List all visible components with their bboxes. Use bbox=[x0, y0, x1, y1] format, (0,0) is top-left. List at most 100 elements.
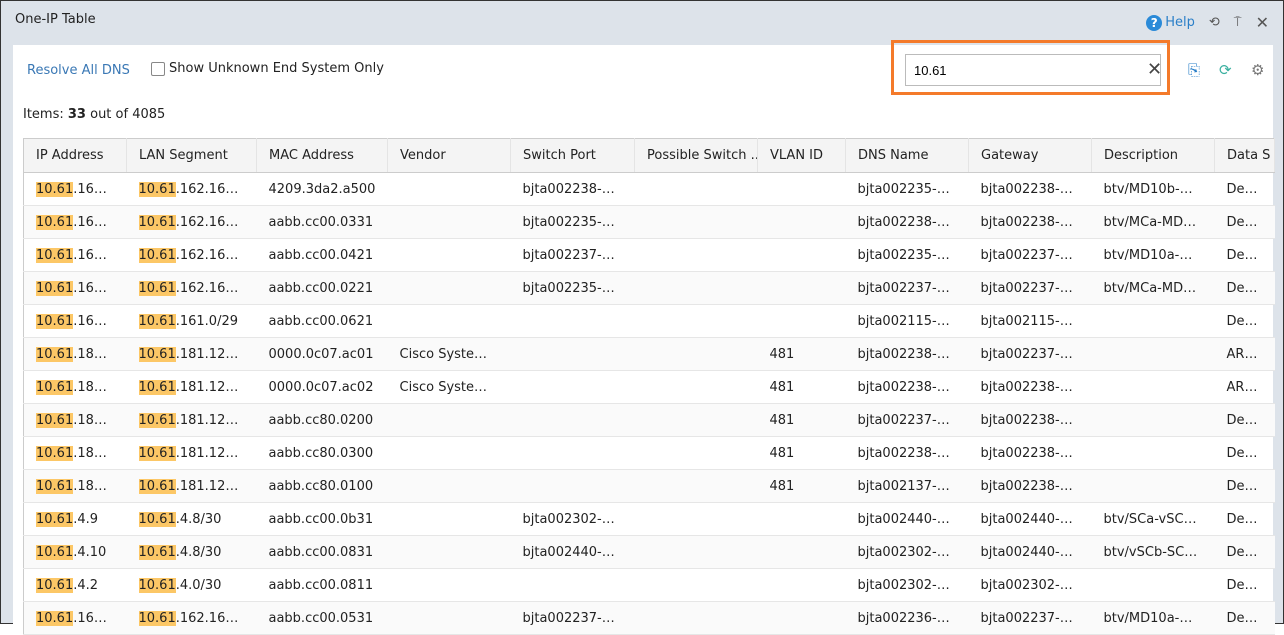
search-input[interactable] bbox=[905, 54, 1161, 86]
table-row[interactable]: 10.61.4.2 10.61.4.0/30 aabb.cc00.0811 bjta0… bbox=[23, 568, 1275, 602]
table-cell bbox=[634, 337, 758, 371]
table-cell: bjta002235-SW4... bbox=[510, 271, 635, 305]
table-row[interactable]: 10.61.181.131 10.61.181.128/26 aabb.cc80.0… bbox=[23, 403, 1275, 437]
table-cell: Device bbox=[1214, 304, 1275, 338]
refresh-icon[interactable]: ⟳ bbox=[1219, 61, 1232, 79]
table-cell: 10.61.181.128/26 bbox=[126, 436, 257, 470]
column-header[interactable]: LAN Segment bbox=[126, 138, 257, 173]
table-row[interactable]: 10.61.181.132 10.61.181.128/26 aabb.cc80.0… bbox=[23, 436, 1275, 470]
table-cell: 10.61.4.8/30 bbox=[126, 502, 257, 536]
table-cell: 10.61.4.2 bbox=[23, 568, 127, 602]
column-header[interactable]: VLAN ID bbox=[757, 138, 846, 173]
search-match: 10.61 bbox=[138, 247, 176, 263]
checkbox[interactable] bbox=[151, 61, 165, 76]
cell-text: 4209.3da2.a500 bbox=[268, 181, 376, 197]
cell-text: 0000.0c07.ac02 bbox=[268, 379, 374, 395]
cell-text: bjta002235-SW4... bbox=[857, 247, 969, 263]
close-icon[interactable]: ✕ bbox=[1256, 13, 1269, 32]
table-cell: Device bbox=[1214, 238, 1275, 272]
cell-text: bjta002237-SW2... bbox=[522, 247, 635, 263]
cell-text: bjta002115-SW6... bbox=[857, 313, 969, 329]
cell-text: bjta002238-SW3... bbox=[980, 379, 1092, 395]
table-row[interactable]: 10.61.181.129 10.61.181.128/26 0000.0c07.a… bbox=[23, 337, 1275, 371]
table-cell: 10.61.162.160/30 bbox=[126, 238, 257, 272]
cell-text: Device bbox=[1226, 412, 1271, 428]
table-row[interactable]: 10.61.162.166 10.61.162.164/30 aabb.cc00.0… bbox=[23, 205, 1275, 239]
table-cell: aabb.cc00.0831 bbox=[256, 535, 388, 569]
table-cell: aabb.cc00.0331 bbox=[256, 205, 388, 239]
table-row[interactable]: 10.61.4.9 10.61.4.8/30 aabb.cc00.0b31 bjta0… bbox=[23, 502, 1275, 536]
table-cell: aabb.cc00.0811 bbox=[256, 568, 388, 602]
table-cell bbox=[634, 172, 758, 206]
cell-text: bjta002235-SW4... bbox=[857, 181, 969, 197]
table-cell bbox=[634, 469, 758, 503]
cell-text: bjta002115-SW6... bbox=[980, 313, 1092, 329]
table-cell: bjta002235-SW4... bbox=[510, 205, 635, 239]
table-cell bbox=[387, 304, 511, 338]
table-cell: bjta002302-SW8... bbox=[845, 535, 969, 569]
refresh-window-icon[interactable]: ⟲ bbox=[1209, 15, 1220, 30]
cell-text: bjta002440-SW1... bbox=[980, 511, 1092, 527]
cell-text: aabb.cc00.0831 bbox=[268, 544, 374, 560]
cell-text: bjta002302-SW8... bbox=[980, 577, 1092, 593]
column-header[interactable]: Switch Port bbox=[510, 138, 635, 173]
table-cell: 10.61.181.130 bbox=[23, 370, 127, 404]
column-header[interactable]: DNS Name bbox=[845, 138, 969, 173]
table-row[interactable]: 10.61.162.165 10.61.162.164/30 4209.3da2.a… bbox=[23, 172, 1275, 206]
search-match: 10.61 bbox=[138, 346, 176, 362]
table-cell: 0000.0c07.ac02 bbox=[256, 370, 388, 404]
search-match: 10.61 bbox=[138, 511, 176, 527]
cell-text: bjta002302-SW8... bbox=[857, 544, 969, 560]
cell-text: bjta002238-SW3... bbox=[980, 478, 1092, 494]
table-row[interactable]: 10.61.181.130 10.61.181.128/26 0000.0c07.a… bbox=[23, 370, 1275, 404]
table-row[interactable]: 10.61.161.4 10.61.161.0/29 aabb.cc00.0621 b… bbox=[23, 304, 1275, 338]
clear-search-icon[interactable]: ✕ bbox=[1147, 59, 1162, 80]
table-row[interactable]: 10.61.162.162 10.61.162.160/30 aabb.cc00.0… bbox=[23, 271, 1275, 305]
table-cell: 0000.0c07.ac01 bbox=[256, 337, 388, 371]
pin-icon[interactable]: ⍑ bbox=[1234, 15, 1242, 30]
table-cell: bjta002237-SW2... bbox=[845, 403, 969, 437]
column-header[interactable]: Vendor bbox=[387, 138, 511, 173]
cell-text: ARP Ta bbox=[1226, 379, 1271, 395]
cell-text: bjta002237-SW2... bbox=[522, 610, 635, 626]
table-cell: Device bbox=[1214, 271, 1275, 305]
cell-text: aabb.cc00.0621 bbox=[268, 313, 374, 329]
table-cell: bjta002238-SW3... bbox=[968, 370, 1092, 404]
column-header[interactable]: Description bbox=[1091, 138, 1215, 173]
table-cell: 10.61.161.0/29 bbox=[126, 304, 257, 338]
column-header[interactable]: Gateway bbox=[968, 138, 1092, 173]
column-header[interactable]: Data S bbox=[1214, 138, 1275, 173]
help-button[interactable]: ? Help bbox=[1146, 14, 1195, 31]
settings-gear-icon[interactable]: ⚙ bbox=[1251, 61, 1264, 79]
table-row[interactable]: 10.61.162.169 10.61.162.168/30 aabb.cc00.0… bbox=[23, 601, 1275, 635]
table-row[interactable]: 10.61.162.161 10.61.162.160/30 aabb.cc00.0… bbox=[23, 238, 1275, 272]
search-match: 10.61 bbox=[36, 412, 74, 428]
table-cell: aabb.cc00.0221 bbox=[256, 271, 388, 305]
cell-text: bjta002237-SW2... bbox=[980, 247, 1092, 263]
table-row[interactable]: 10.61.4.10 10.61.4.8/30 aabb.cc00.0831 bjta… bbox=[23, 535, 1275, 569]
table-cell bbox=[634, 238, 758, 272]
table-cell: 10.61.4.9 bbox=[23, 502, 127, 536]
export-icon[interactable]: ⎘ bbox=[1188, 61, 1200, 79]
cell-text: aabb.cc00.0221 bbox=[268, 280, 374, 296]
table-cell bbox=[757, 271, 846, 305]
search-match: 10.61 bbox=[36, 214, 74, 230]
table-cell: Device bbox=[1214, 535, 1275, 569]
cell-text: 481 bbox=[769, 346, 795, 362]
table-cell: bjta002302-SW8... bbox=[845, 568, 969, 602]
cell-text: bjta002235-SW4... bbox=[522, 280, 635, 296]
table-cell bbox=[1091, 370, 1215, 404]
search-match: 10.61 bbox=[36, 445, 74, 461]
table-cell: Cisco Systems, Inc bbox=[387, 337, 511, 371]
column-header[interactable]: IP Address bbox=[23, 138, 127, 173]
cell-text: bjta002237-SW2... bbox=[857, 412, 969, 428]
table-cell: 10.61.181.135 bbox=[23, 469, 127, 503]
column-header[interactable]: Possible Switch ... bbox=[634, 138, 758, 173]
resolve-all-dns-link[interactable]: Resolve All DNS bbox=[27, 63, 130, 78]
column-header[interactable]: MAC Address bbox=[256, 138, 388, 173]
table-cell: btv/MD10a-MCa... bbox=[1091, 238, 1215, 272]
table-row[interactable]: 10.61.181.135 10.61.181.128/26 aabb.cc80.0… bbox=[23, 469, 1275, 503]
table-cell: bjta002237-SW2... bbox=[968, 271, 1092, 305]
table-cell: 10.61.181.131 bbox=[23, 403, 127, 437]
unknown-end-system-checkbox[interactable]: Show Unknown End System Only bbox=[151, 61, 384, 76]
